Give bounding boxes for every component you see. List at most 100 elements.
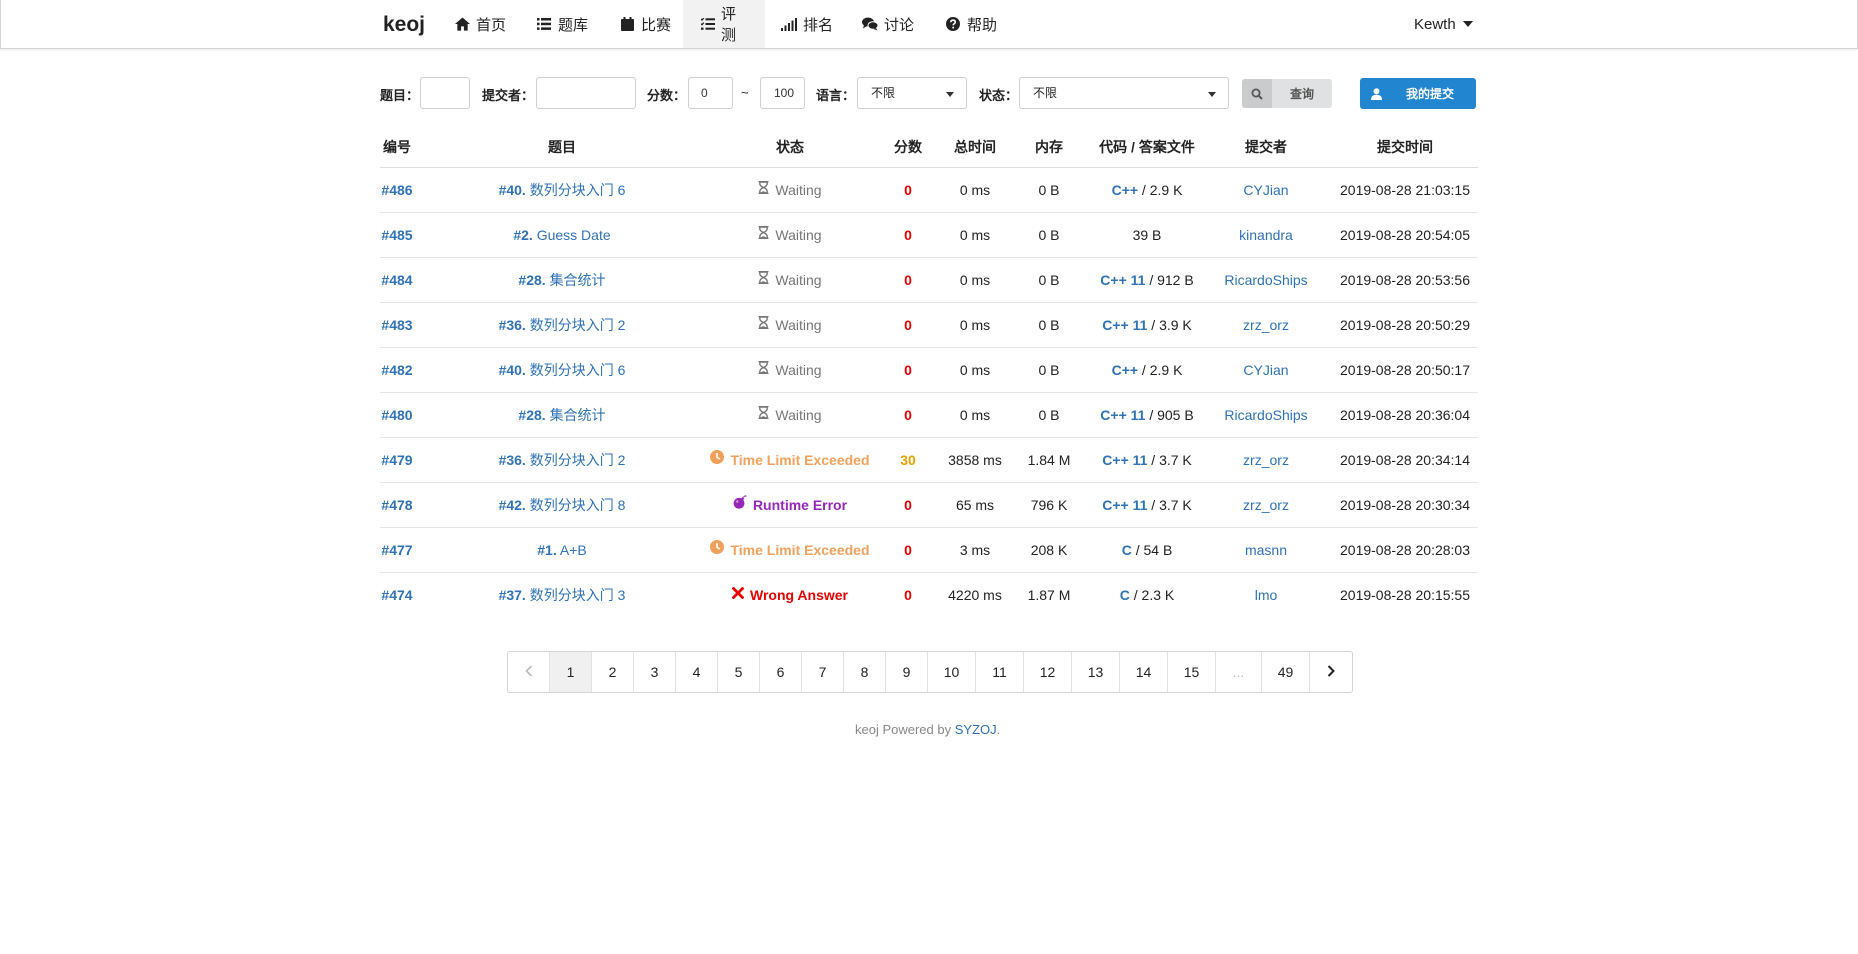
submitter-link[interactable]: CYJian bbox=[1201, 168, 1331, 213]
page-button-9[interactable]: 9 bbox=[886, 652, 928, 692]
problem-cell[interactable]: #40. 数列分块入门 6 bbox=[432, 348, 692, 393]
page-button-12[interactable]: 12 bbox=[1024, 652, 1072, 692]
problem-title-link[interactable]: A+B bbox=[560, 542, 587, 558]
submitter-link[interactable]: RicardoShips bbox=[1201, 258, 1331, 303]
problem-title-link[interactable]: 数列分块入门 8 bbox=[530, 497, 626, 513]
score-max-input[interactable] bbox=[760, 77, 805, 109]
submission-id-link[interactable]: #474 bbox=[367, 573, 427, 618]
status-cell[interactable]: Wrong Answer bbox=[690, 573, 890, 618]
submission-id-link[interactable]: #485 bbox=[367, 213, 427, 258]
language-link[interactable]: C bbox=[1122, 542, 1132, 558]
nav-item-problems[interactable]: 题库 bbox=[518, 0, 606, 48]
page-button-13[interactable]: 13 bbox=[1072, 652, 1120, 692]
page-button-49[interactable]: 49 bbox=[1262, 652, 1310, 692]
problem-cell[interactable]: #1. A+B bbox=[432, 528, 692, 573]
page-button-4[interactable]: 4 bbox=[676, 652, 718, 692]
page-button-15[interactable]: 15 bbox=[1168, 652, 1216, 692]
submission-id-link[interactable]: #484 bbox=[367, 258, 427, 303]
status-cell[interactable]: Waiting bbox=[690, 348, 890, 393]
problem-cell[interactable]: #36. 数列分块入门 2 bbox=[432, 438, 692, 483]
problem-id-link[interactable]: #2. bbox=[513, 227, 532, 243]
problem-title-link[interactable]: 数列分块入门 3 bbox=[530, 587, 626, 603]
problem-title-link[interactable]: 数列分块入门 6 bbox=[530, 362, 626, 378]
submission-id-link[interactable]: #479 bbox=[367, 438, 427, 483]
problem-id-link[interactable]: #28. bbox=[518, 272, 545, 288]
problem-cell[interactable]: #42. 数列分块入门 8 bbox=[432, 483, 692, 528]
footer-syzoj-link[interactable]: SYZOJ bbox=[955, 722, 997, 737]
problem-title-link[interactable]: 数列分块入门 2 bbox=[530, 317, 626, 333]
submitter-link[interactable]: RicardoShips bbox=[1201, 393, 1331, 438]
page-button-1[interactable]: 1 bbox=[550, 652, 592, 692]
problem-id-link[interactable]: #40. bbox=[499, 182, 526, 198]
page-button-11[interactable]: 11 bbox=[976, 652, 1024, 692]
language-link[interactable]: C++ 11 bbox=[1100, 407, 1145, 423]
submitter-link[interactable]: masnn bbox=[1201, 528, 1331, 573]
page-button-6[interactable]: 6 bbox=[760, 652, 802, 692]
language-link[interactable]: C++ 11 bbox=[1102, 317, 1147, 333]
submission-id-link[interactable]: #482 bbox=[367, 348, 427, 393]
submitter-link[interactable]: zrz_orz bbox=[1201, 483, 1331, 528]
submission-id-link[interactable]: #477 bbox=[367, 528, 427, 573]
problem-title-link[interactable]: 集合统计 bbox=[550, 407, 606, 423]
language-link[interactable]: C++ 11 bbox=[1100, 272, 1145, 288]
status-cell[interactable]: Runtime Error bbox=[690, 483, 890, 528]
problem-id-link[interactable]: #1. bbox=[537, 542, 556, 558]
status-cell[interactable]: Waiting bbox=[690, 168, 890, 213]
problem-id-link[interactable]: #36. bbox=[499, 317, 526, 333]
submitter-link[interactable]: kinandra bbox=[1201, 213, 1331, 258]
problem-id-link[interactable]: #40. bbox=[499, 362, 526, 378]
page-button-3[interactable]: 3 bbox=[634, 652, 676, 692]
problem-id-link[interactable]: #28. bbox=[518, 407, 545, 423]
page-button-8[interactable]: 8 bbox=[844, 652, 886, 692]
user-dropdown[interactable]: Kewth bbox=[1414, 0, 1473, 48]
status-cell[interactable]: Time Limit Exceeded bbox=[690, 438, 890, 483]
submission-id-link[interactable]: #480 bbox=[367, 393, 427, 438]
submitter-link[interactable]: CYJian bbox=[1201, 348, 1331, 393]
language-select[interactable]: 不限 bbox=[857, 77, 967, 109]
nav-item-help[interactable]: 帮助 bbox=[927, 0, 1015, 48]
page-button-10[interactable]: 10 bbox=[928, 652, 976, 692]
page-button-2[interactable]: 2 bbox=[592, 652, 634, 692]
language-link[interactable]: C++ bbox=[1112, 182, 1138, 198]
submission-id-link[interactable]: #478 bbox=[367, 483, 427, 528]
next-page-button[interactable] bbox=[1310, 652, 1352, 692]
submission-id-link[interactable]: #483 bbox=[367, 303, 427, 348]
page-button-5[interactable]: 5 bbox=[718, 652, 760, 692]
problem-id-link[interactable]: #42. bbox=[499, 497, 526, 513]
nav-item-home[interactable]: 首页 bbox=[436, 0, 524, 48]
my-submissions-button[interactable]: 我的提交 bbox=[1360, 78, 1476, 109]
search-button[interactable]: 查询 bbox=[1242, 79, 1332, 108]
page-button-14[interactable]: 14 bbox=[1120, 652, 1168, 692]
status-cell[interactable]: Waiting bbox=[690, 258, 890, 303]
problem-cell[interactable]: #2. Guess Date bbox=[432, 213, 692, 258]
submitter-filter-input[interactable] bbox=[536, 77, 636, 109]
language-link[interactable]: C++ 11 bbox=[1102, 497, 1147, 513]
nav-item-contests[interactable]: 比赛 bbox=[601, 0, 689, 48]
problem-title-link[interactable]: 数列分块入门 2 bbox=[530, 452, 626, 468]
problem-title-link[interactable]: Guess Date bbox=[537, 227, 611, 243]
problem-title-link[interactable]: 集合统计 bbox=[550, 272, 606, 288]
submitter-link[interactable]: lmo bbox=[1201, 573, 1331, 618]
nav-item-discussion[interactable]: 讨论 bbox=[844, 0, 932, 48]
status-cell[interactable]: Waiting bbox=[690, 393, 890, 438]
problem-id-link[interactable]: #37. bbox=[499, 587, 526, 603]
problem-cell[interactable]: #36. 数列分块入门 2 bbox=[432, 303, 692, 348]
status-cell[interactable]: Time Limit Exceeded bbox=[690, 528, 890, 573]
prev-page-button[interactable] bbox=[508, 652, 550, 692]
language-link[interactable]: C++ 11 bbox=[1102, 452, 1147, 468]
problem-id-link[interactable]: #36. bbox=[499, 452, 526, 468]
problem-title-link[interactable]: 数列分块入门 6 bbox=[530, 182, 626, 198]
problem-cell[interactable]: #28. 集合统计 bbox=[432, 258, 692, 303]
submission-id-link[interactable]: #486 bbox=[367, 168, 427, 213]
status-select[interactable]: 不限 bbox=[1019, 77, 1229, 109]
site-brand[interactable]: keoj bbox=[383, 13, 425, 37]
submitter-link[interactable]: zrz_orz bbox=[1201, 438, 1331, 483]
problem-cell[interactable]: #37. 数列分块入门 3 bbox=[432, 573, 692, 618]
score-min-input[interactable] bbox=[688, 77, 733, 109]
problem-cell[interactable]: #40. 数列分块入门 6 bbox=[432, 168, 692, 213]
problem-filter-input[interactable] bbox=[420, 77, 470, 109]
language-link[interactable]: C bbox=[1120, 587, 1130, 603]
language-link[interactable]: C++ bbox=[1112, 362, 1138, 378]
nav-item-ranking[interactable]: 排名 bbox=[763, 0, 851, 48]
problem-cell[interactable]: #28. 集合统计 bbox=[432, 393, 692, 438]
